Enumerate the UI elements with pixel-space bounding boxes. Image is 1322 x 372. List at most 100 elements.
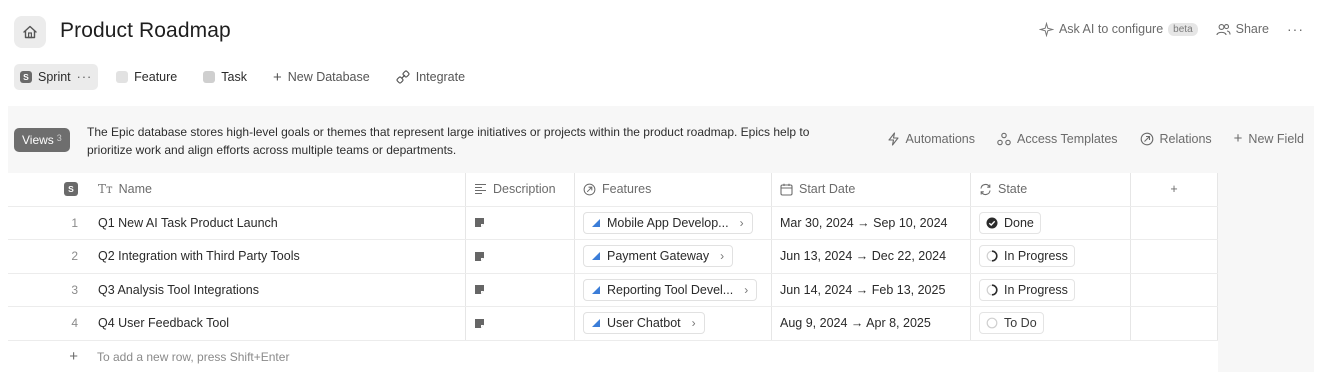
column-header-start-date[interactable]: Start Date	[772, 173, 971, 206]
note-icon[interactable]	[474, 251, 485, 262]
task-badge-icon	[203, 71, 216, 83]
note-icon[interactable]	[474, 217, 485, 228]
add-row[interactable]: + To add a new row, press Shift+Enter	[8, 341, 1218, 372]
table-row[interactable]: 2 Q2 Integration with Third Party Tools …	[8, 240, 1218, 274]
tab-sprint-more-button[interactable]: ···	[77, 70, 93, 84]
sprint-badge-icon: S	[20, 71, 32, 83]
feature-triangle-icon	[592, 252, 600, 261]
half-circle-icon	[986, 284, 998, 296]
feature-chip-label: Reporting Tool Devel...	[607, 282, 734, 297]
link-icon	[396, 70, 410, 84]
new-database-button[interactable]: + New Database	[265, 64, 378, 90]
text-type-icon: Tт	[98, 182, 113, 197]
feature-chip[interactable]: User Chatbot ›	[583, 312, 705, 335]
text-lines-icon	[475, 184, 486, 195]
row-index: 4	[71, 316, 78, 331]
add-row-plus-icon[interactable]: +	[8, 348, 90, 365]
feature-chip[interactable]: Mobile App Develop... ›	[583, 211, 753, 234]
relations-label: Relations	[1159, 131, 1212, 146]
page-title: Product Roadmap	[60, 19, 231, 42]
column-features-label: Features	[602, 182, 652, 197]
row-dates[interactable]: Jun 14, 2024 → Feb 13, 2025	[772, 273, 971, 306]
row-dates[interactable]: Mar 30, 2024 → Sep 10, 2024	[772, 206, 971, 239]
table-header-row: S Tт Name Description Features Start Dat…	[8, 173, 1218, 207]
half-circle-icon	[986, 250, 998, 262]
table-row[interactable]: 4 Q4 User Feedback Tool User Chatbot › A…	[8, 307, 1218, 341]
ask-ai-button[interactable]: Ask AI to configure beta	[1038, 21, 1198, 37]
access-templates-label: Access Templates	[1017, 131, 1118, 146]
state-chip[interactable]: Done	[979, 211, 1041, 234]
views-button[interactable]: Views 3	[14, 128, 70, 152]
state-label: In Progress	[1004, 249, 1068, 264]
integrate-button[interactable]: Integrate	[388, 64, 473, 90]
home-cloud-icon	[23, 25, 37, 39]
views-label: Views	[22, 133, 54, 147]
integrate-label: Integrate	[415, 70, 466, 84]
database-tabs: S Sprint ··· Feature Task + New Database…	[14, 64, 483, 90]
state-label: Done	[1004, 215, 1034, 230]
new-database-label: New Database	[287, 70, 370, 84]
row-index: 1	[71, 215, 78, 230]
share-label: Share	[1235, 22, 1269, 36]
plus-icon: +	[1233, 130, 1243, 147]
column-header-name[interactable]: Tт Name	[90, 173, 466, 206]
access-templates-button[interactable]: Access Templates	[997, 132, 1118, 146]
state-label: To Do	[1004, 316, 1037, 331]
relation-icon	[583, 183, 596, 196]
feature-chip-label: Mobile App Develop...	[607, 215, 729, 230]
row-name[interactable]: Q2 Integration with Third Party Tools	[90, 240, 466, 273]
row-name[interactable]: Q3 Analysis Tool Integrations	[90, 273, 466, 306]
row-name[interactable]: Q1 New AI Task Product Launch	[90, 206, 466, 239]
feature-chip[interactable]: Reporting Tool Devel... ›	[583, 278, 758, 301]
sparkle-icon	[1038, 21, 1054, 37]
ask-ai-label: Ask AI to configure	[1058, 22, 1164, 36]
column-header-description[interactable]: Description	[466, 173, 575, 206]
add-column-button[interactable]: +	[1131, 173, 1218, 206]
row-dates[interactable]: Jun 13, 2024 → Dec 22, 2024	[772, 240, 971, 273]
feature-chip-label: User Chatbot	[607, 316, 681, 331]
tab-sprint-label: Sprint	[38, 70, 71, 84]
tab-sprint[interactable]: S Sprint ···	[14, 64, 99, 90]
row-index: 2	[71, 249, 78, 264]
note-icon[interactable]	[474, 284, 485, 295]
table-row[interactable]: 3 Q3 Analysis Tool Integrations Reportin…	[8, 273, 1218, 307]
chevron-right-icon: ›	[691, 316, 696, 331]
beta-badge: beta	[1168, 22, 1198, 36]
column-header-features[interactable]: Features	[575, 173, 772, 206]
state-chip[interactable]: In Progress	[979, 245, 1075, 268]
tab-task-label: Task	[221, 70, 247, 84]
lightning-icon	[887, 131, 899, 146]
column-header-state[interactable]: State	[971, 173, 1131, 206]
feature-badge-icon	[116, 71, 129, 83]
automations-button[interactable]: Automations	[887, 132, 975, 146]
row-name[interactable]: Q4 User Feedback Tool	[90, 307, 466, 340]
relations-icon	[1140, 132, 1153, 145]
new-field-button[interactable]: + New Field	[1234, 130, 1304, 147]
column-name-label: Name	[118, 182, 152, 197]
state-chip[interactable]: In Progress	[979, 278, 1075, 301]
table-row[interactable]: 1 Q1 New AI Task Product Launch Mobile A…	[8, 206, 1218, 240]
app-icon[interactable]	[14, 16, 46, 48]
note-icon[interactable]	[474, 318, 485, 329]
database-table: S Tт Name Description Features Start Dat…	[8, 173, 1218, 372]
feature-triangle-icon	[592, 285, 600, 294]
plus-icon: +	[272, 68, 282, 86]
users-icon	[1216, 23, 1231, 35]
sprint-badge-icon: S	[64, 182, 78, 197]
more-options-button[interactable]: ···	[1287, 21, 1304, 37]
state-label: In Progress	[1004, 282, 1068, 297]
tab-task[interactable]: Task	[195, 64, 255, 90]
share-button[interactable]: Share	[1216, 22, 1269, 36]
column-start-date-label: Start Date	[799, 182, 856, 197]
templates-icon	[997, 132, 1011, 145]
state-chip[interactable]: To Do	[979, 312, 1044, 335]
feature-triangle-icon	[592, 218, 600, 227]
chevron-right-icon: ›	[744, 282, 749, 297]
row-dates[interactable]: Aug 9, 2024 → Apr 8, 2025	[772, 307, 971, 340]
row-index: 3	[71, 282, 78, 297]
chevron-right-icon: ›	[739, 215, 744, 230]
tab-feature[interactable]: Feature	[108, 64, 185, 90]
feature-chip[interactable]: Payment Gateway ›	[583, 245, 734, 268]
chevron-right-icon: ›	[720, 249, 725, 264]
relations-button[interactable]: Relations	[1140, 132, 1212, 146]
